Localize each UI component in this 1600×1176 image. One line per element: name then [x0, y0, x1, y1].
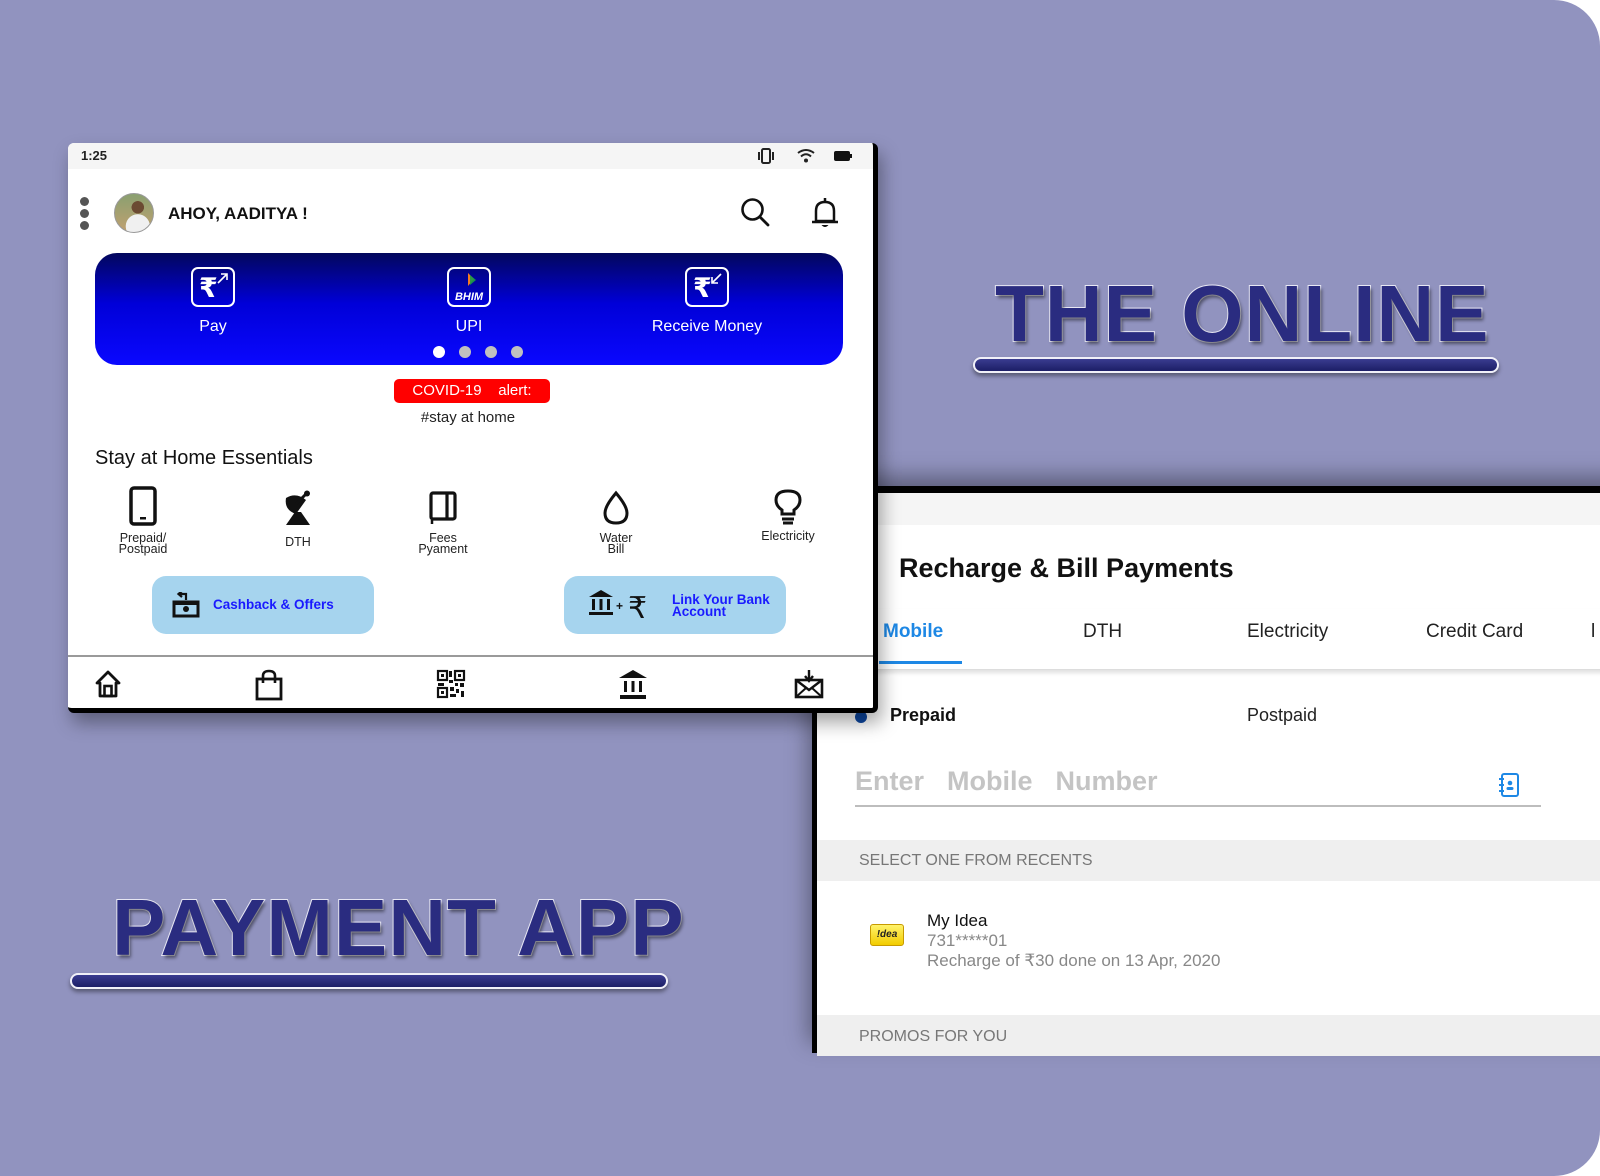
carousel-dot[interactable] — [511, 346, 523, 358]
status-time: 1:25 — [81, 148, 108, 163]
headline-underline — [973, 357, 1499, 373]
status-strip — [817, 493, 1600, 525]
wifi-icon — [797, 149, 815, 163]
recents-header: SELECT ONE FROM RECENTS — [859, 852, 1093, 869]
upi-label: UPI — [455, 318, 483, 335]
recents-section-header: SELECT ONE FROM RECENTS — [817, 840, 1600, 881]
tab-credit-card[interactable]: Credit Card — [1426, 621, 1523, 643]
essential-prepaid-postpaid[interactable]: Prepaid/Postpaid — [83, 486, 203, 555]
tab-electricity[interactable]: Electricity — [1247, 621, 1328, 643]
mobile-number-input[interactable] — [855, 757, 1541, 807]
vibrate-icon — [758, 148, 774, 164]
idea-logo-icon: !dea — [870, 924, 904, 946]
essential-electricity[interactable]: Electricity — [728, 488, 848, 542]
cashback-icon — [172, 592, 200, 618]
page-title: Recharge & Bill Payments — [899, 553, 1234, 583]
essential-water-bill[interactable]: Water Bill — [556, 488, 676, 555]
bell-icon[interactable] — [811, 197, 839, 229]
svg-text:₹: ₹ — [199, 273, 218, 304]
essential-fees-payment[interactable]: Fees Pyament — [383, 488, 503, 555]
water-drop-icon — [603, 490, 629, 525]
headline-the-online: THE ONLINE — [994, 268, 1490, 359]
quick-actions-banner: ₹ Pay BHIM UPI ₹ Receive Money — [95, 253, 843, 365]
carousel-dot[interactable] — [433, 346, 445, 358]
shopping-bag-icon[interactable] — [254, 669, 284, 701]
bottom-nav — [68, 655, 873, 708]
cashback-offers-button[interactable]: Cashback & Offers — [152, 576, 374, 634]
bank-plus-rupee-icon: + ₹ — [589, 590, 647, 622]
light-bulb-icon — [774, 489, 802, 525]
postpaid-option[interactable]: Postpaid — [1247, 705, 1317, 726]
tab-dth[interactable]: DTH — [1083, 621, 1122, 643]
svg-text:₹: ₹ — [693, 273, 712, 304]
greeting: AHOY, AADITYA ! — [168, 204, 308, 223]
avatar[interactable] — [114, 193, 154, 233]
essential-dth[interactable]: DTH — [238, 488, 358, 548]
covid-alert-badge[interactable]: COVID-19 alert: — [394, 379, 550, 403]
search-icon[interactable] — [740, 197, 770, 227]
link-bank-account-button[interactable]: + ₹ Link Your Bank Account — [564, 576, 786, 634]
status-bar: 1:25 — [68, 143, 873, 169]
home-screen: 1:25 AHOY, AADITYA ! ₹ Pay BHIM UPI ₹ Re… — [68, 143, 878, 713]
receive-money-button[interactable]: ₹ Receive Money — [627, 267, 787, 336]
satellite-dish-icon — [285, 490, 310, 525]
cashback-offers-label: Cashback & Offers — [213, 597, 334, 612]
carousel-dots — [433, 345, 537, 363]
recent-description: Recharge of ₹30 done on 13 Apr, 2020 — [927, 951, 1221, 970]
bhim-icon: BHIM — [447, 267, 491, 307]
tab-mobile[interactable]: Mobile — [883, 621, 943, 643]
tab-bar: Mobile DTH Electricity Credit Card l — [817, 609, 1600, 670]
headline-payment-app: PAYMENT APP — [111, 882, 685, 973]
contacts-book-icon[interactable] — [1497, 772, 1521, 798]
rupee-receive-icon: ₹ — [685, 267, 729, 307]
battery-icon — [834, 151, 852, 161]
link-bank-label: Link Your Bank Account — [672, 592, 770, 619]
rupee-send-icon: ₹ — [191, 267, 235, 307]
book-icon — [429, 491, 457, 524]
prepaid-option[interactable]: Prepaid — [890, 705, 956, 726]
recent-name: My Idea — [927, 911, 988, 930]
headline-underline — [70, 973, 668, 989]
carousel-dot[interactable] — [485, 346, 497, 358]
qr-code-icon[interactable] — [436, 669, 466, 699]
menu-icon[interactable] — [80, 197, 90, 231]
tab-more[interactable]: l — [1591, 621, 1597, 643]
inbox-mail-icon[interactable] — [794, 669, 824, 699]
svg-text:BHIM: BHIM — [455, 291, 484, 303]
active-tab-indicator — [879, 661, 962, 664]
essentials-title: Stay at Home Essentials — [95, 447, 313, 469]
home-icon[interactable] — [93, 669, 123, 699]
recent-number: 731*****01 — [927, 931, 1008, 950]
upi-button[interactable]: BHIM UPI — [389, 267, 549, 336]
pay-button[interactable]: ₹ Pay — [133, 267, 293, 336]
mobile-phone-icon — [129, 486, 157, 526]
canvas: Recharge & Bill Payments Mobile DTH Elec… — [0, 0, 1600, 1176]
carousel-dot[interactable] — [459, 346, 471, 358]
promos-header: PROMOS FOR YOU — [859, 1028, 1008, 1045]
svg-text:₹: ₹ — [628, 591, 647, 622]
receive-money-label: Receive Money — [651, 318, 763, 335]
promos-section-header: PROMOS FOR YOU — [817, 1015, 1600, 1056]
recharge-screen: Recharge & Bill Payments Mobile DTH Elec… — [812, 486, 1600, 1056]
svg-text:+: + — [616, 599, 623, 613]
pay-label: Pay — [199, 318, 227, 335]
bank-icon[interactable] — [618, 669, 648, 701]
stay-home-text: #stay at home — [420, 409, 516, 426]
